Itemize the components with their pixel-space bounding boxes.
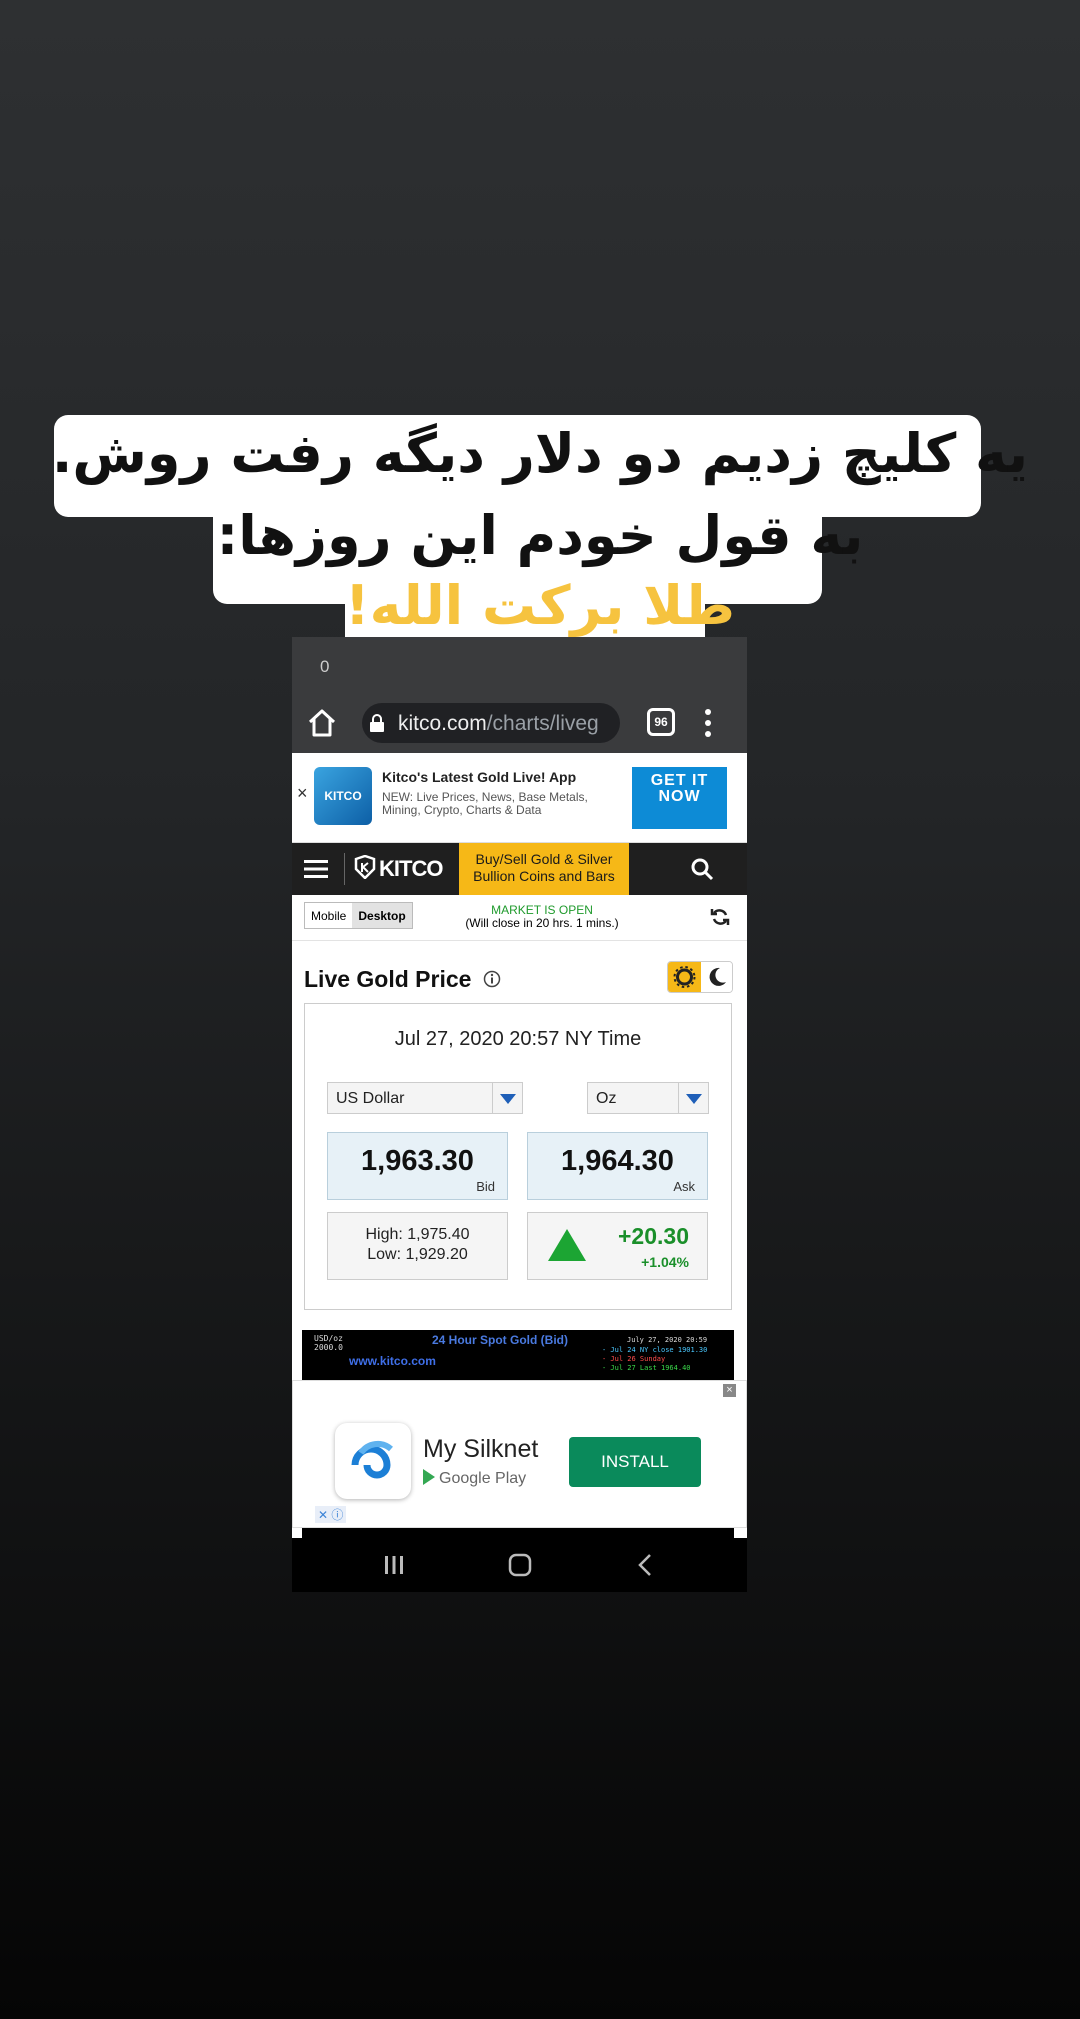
ask-label: Ask [673, 1179, 695, 1194]
url-host: kitco.com [398, 712, 487, 735]
lock-icon [370, 714, 384, 732]
moon-icon [709, 967, 726, 986]
promo-line-2: Bullion Coins and Bars [473, 868, 615, 884]
chart-level: 2000.0 [314, 1343, 343, 1352]
bid-box: 1,963.30 Bid [327, 1132, 508, 1200]
promo-line-1: Buy/Sell Gold & Silver [475, 851, 613, 867]
status-bar: 0 [292, 637, 747, 693]
caption-line-1: یه کلیچ زدیم دو دلار دیگه رفت روش. [51, 422, 1029, 485]
url-text: kitco.com/charts/liveg [398, 712, 599, 736]
low-value: Low: 1,929.20 [367, 1246, 468, 1263]
view-toggle: Mobile Desktop [304, 902, 413, 929]
get-it-now-button[interactable]: GET IT NOW [632, 767, 727, 829]
ask-box: 1,964.30 Ask [527, 1132, 708, 1200]
mobile-tab[interactable]: Mobile [305, 903, 352, 928]
change-percent: +1.04% [641, 1254, 689, 1270]
currency-value: US Dollar [336, 1090, 405, 1107]
chart-date: July 27, 2020 20:59 [627, 1336, 708, 1344]
back-icon[interactable] [632, 1552, 660, 1578]
search-icon[interactable] [690, 857, 714, 881]
currency-select[interactable]: US Dollar [327, 1082, 523, 1114]
silknet-logo-icon [351, 1440, 393, 1479]
high-value: High: 1,975.40 [365, 1226, 470, 1243]
market-status-row: Mobile Desktop MARKET IS OPEN (Will clos… [292, 895, 747, 941]
nav-divider [344, 853, 345, 885]
recents-icon[interactable] [380, 1552, 408, 1578]
status-time: 0 [320, 657, 330, 676]
home-button-icon[interactable] [506, 1552, 534, 1578]
install-button[interactable]: INSTALL [569, 1437, 701, 1487]
chart-legend-3: - Jul 27 Last 1964.40 [602, 1364, 691, 1372]
caption-line-2: به قول خودم این روزها: [216, 504, 864, 567]
ad-close-icon[interactable]: × [723, 1384, 736, 1397]
change-value: +20.30 [618, 1223, 689, 1249]
live-price-card: Jul 27, 2020 20:57 NY Time US Dollar Oz … [304, 1003, 732, 1310]
arrow-up-icon [548, 1229, 586, 1261]
home-icon[interactable] [304, 705, 340, 741]
refresh-icon[interactable] [710, 907, 730, 927]
high-low-values: High: 1,975.40 Low: 1,929.20 [328, 1225, 507, 1265]
caption-line-3: طلا برکت الله! [344, 574, 736, 637]
chart-axis-labels: USD/oz 2000.0 [314, 1334, 343, 1352]
ad-description: NEW: Live Prices, News, Base Metals, Min… [382, 790, 588, 817]
phone-screen: 0 kitco.com/charts/liveg 96 × KITCO Kitc… [292, 637, 747, 1592]
chart-legend-1: - Jul 24 NY close 1901.30 [602, 1346, 708, 1354]
ad-close-icon[interactable]: × [297, 783, 308, 804]
chart-title: 24 Hour Spot Gold (Bid) [432, 1333, 568, 1347]
desktop-tab[interactable]: Desktop [352, 903, 412, 928]
info-icon[interactable] [483, 970, 501, 988]
chart-watermark: www.kitco.com [349, 1354, 436, 1368]
silknet-app-icon [335, 1423, 411, 1499]
more-vert-icon[interactable] [702, 707, 714, 739]
ask-price: 1,964.30 [561, 1145, 674, 1177]
google-play-icon [423, 1469, 435, 1485]
address-bar[interactable]: kitco.com/charts/liveg [362, 703, 620, 743]
market-status: MARKET IS OPEN (Will close in 20 hrs. 1 … [442, 904, 642, 930]
unit-value: Oz [596, 1090, 617, 1107]
kitco-app-logo: KITCO [314, 767, 372, 825]
bid-price: 1,963.30 [361, 1145, 474, 1177]
light-mode-button[interactable] [668, 962, 701, 992]
browser-toolbar: kitco.com/charts/liveg 96 [292, 693, 747, 753]
url-path: /charts/liveg [486, 712, 599, 735]
chart-remainder [302, 1528, 734, 1538]
chart-legend-2: - Jul 26 Sunday [602, 1355, 666, 1363]
unit-select[interactable]: Oz [587, 1082, 709, 1114]
store-name: Google Play [439, 1470, 527, 1487]
market-close-note: (Will close in 20 hrs. 1 mins.) [465, 916, 619, 930]
page-title: Live Gold Price [304, 966, 472, 992]
ad-choices-icon[interactable]: ✕ ⓘ [315, 1506, 347, 1523]
sun-icon [673, 966, 696, 988]
price-timestamp: Jul 27, 2020 20:57 NY Time [394, 1028, 642, 1050]
menu-icon[interactable] [304, 859, 328, 879]
dark-mode-button[interactable] [701, 962, 732, 992]
theme-toggle[interactable] [667, 961, 733, 993]
chevron-down-icon [678, 1083, 708, 1113]
ad-app-name: My Silknet [423, 1435, 539, 1463]
high-low-box: High: 1,975.40 Low: 1,929.20 [327, 1212, 508, 1280]
install-ad-banner[interactable]: × My Silknet Google Play INSTALL ✕ ⓘ [292, 1380, 747, 1528]
kitco-mark-icon [354, 855, 376, 879]
buy-sell-promo-link[interactable]: Buy/Sell Gold & Silver Bullion Coins and… [459, 843, 629, 895]
chart-unit: USD/oz [314, 1334, 343, 1343]
kitco-logo-text: KITCO [379, 856, 443, 881]
bid-label: Bid [476, 1179, 495, 1194]
top-ad-banner[interactable]: × KITCO Kitco's Latest Gold Live! App NE… [292, 753, 747, 843]
tabs-icon[interactable]: 96 [647, 708, 675, 736]
chevron-down-icon [492, 1083, 522, 1113]
google-play-label: Google Play [423, 1469, 526, 1488]
change-box: +20.30 +1.04% [527, 1212, 708, 1280]
site-navbar: KITCO Buy/Sell Gold & Silver Bullion Coi… [292, 843, 747, 895]
kitco-logo[interactable]: KITCO [354, 855, 443, 883]
spot-gold-chart[interactable]: USD/oz 2000.0 24 Hour Spot Gold (Bid) ww… [302, 1330, 734, 1380]
ad-title: Kitco's Latest Gold Live! App [382, 769, 577, 785]
android-nav-bar [292, 1538, 747, 1592]
